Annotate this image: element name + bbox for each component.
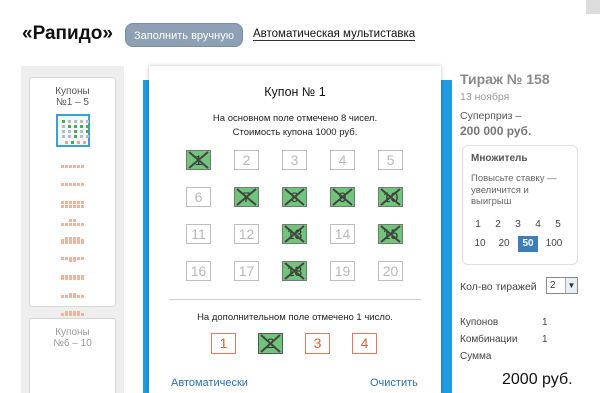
number-cell[interactable]: 10 [378,187,403,207]
number-cell[interactable]: 19 [330,261,355,281]
multiplier-option[interactable]: 50 [518,236,538,252]
logo: «Рапидо» [22,23,113,44]
extra-number-cell[interactable]: 4 [352,333,377,354]
coupon-group-range: №1 – 5 [56,97,89,108]
chevron-down-icon[interactable]: ▼ [565,278,577,293]
multiplier-option[interactable]: 1 [468,217,488,233]
number-cell[interactable]: 2 [234,150,259,170]
number-cell[interactable]: 16 [186,261,211,281]
multiplier-option[interactable]: 4 [528,217,548,233]
coupon-thumbnail-active[interactable] [56,114,90,147]
extra-number-cell[interactable]: 2 [258,333,283,354]
multiplier-option[interactable]: 10 [470,236,490,252]
superprize-value: 200 000 руб. [460,124,532,138]
coupon-sidebar: Купоны №1 – 5 Купоны №6 – 10 [21,66,124,393]
number-cell[interactable]: 7 [234,187,259,207]
multiplier-option[interactable]: 2 [488,217,508,233]
coupon-card: Купон № 1 На основном поле отмечено 8 чи… [149,66,441,393]
clear-link[interactable]: Очистить [370,377,418,389]
multiplier-option[interactable]: 20 [494,236,514,252]
auto-multibet-tab[interactable]: Автоматическая мультиставка [253,28,416,41]
coupon-group-6-10[interactable]: Купоны №6 – 10 [29,318,116,393]
number-cell[interactable]: 9 [330,187,355,207]
manual-fill-tab[interactable]: Заполнить вручную [125,23,243,47]
draws-count-value: 2 [550,280,556,291]
coupon-main-info: На основном поле отмечено 8 чисел. [212,113,378,124]
number-cell[interactable]: 8 [282,187,307,207]
number-cell[interactable]: 17 [234,261,259,281]
coupons-count-label: Купонов [460,317,499,328]
number-cell[interactable]: 20 [378,261,403,281]
multiplier-description: Повысьте ставку — увеличится и выигрыш [471,173,557,207]
draws-count-label: Кол-во тиражей [460,281,537,293]
total-sum: 2000 руб. [502,371,573,388]
multiplier-title: Множитель [471,153,528,164]
coupon-title: Купон № 1 [264,85,326,99]
draw-panel: Тираж № 158 13 ноября Суперприз – 200 00… [460,0,600,393]
number-cell[interactable]: 15 [378,224,403,244]
extra-number-cell[interactable]: 1 [211,333,236,354]
number-cell[interactable]: 11 [186,224,211,244]
sum-label: Сумма [460,351,492,362]
extra-number-cell[interactable]: 3 [305,333,330,354]
auto-fill-link[interactable]: Автоматически [171,377,248,389]
number-cell[interactable]: 18 [282,261,307,281]
number-cell[interactable]: 4 [330,150,355,170]
coupon-cost-info: Стоимость купона 1000 руб. [232,127,358,138]
number-cell[interactable]: 12 [234,224,259,244]
draw-title: Тираж № 158 [460,71,550,87]
multiplier-option[interactable]: 5 [548,217,568,233]
coupon-group-range: №6 – 10 [53,338,92,349]
coupon-group-label: Купоны [55,86,90,97]
number-cell[interactable]: 14 [330,224,355,244]
superprize-label: Суперприз – [460,110,522,122]
draw-date: 13 ноября [460,91,510,103]
number-cell[interactable]: 5 [378,150,403,170]
number-cell[interactable]: 13 [282,224,307,244]
coupon-extra-info: На дополнительном поле отмечено 1 число. [197,312,393,323]
coupon-group-label: Купоны [55,327,90,338]
combinations-label: Комбинации [460,334,518,345]
coupon-group-1-5[interactable]: Купоны №1 – 5 [29,77,116,352]
combinations-value: 1 [542,334,548,345]
divider [169,299,421,300]
draws-count-select[interactable]: 2 ▼ [546,277,578,294]
number-cell[interactable]: 6 [186,187,211,207]
coupons-count-value: 1 [542,317,548,328]
multiplier-box: Множитель Повысьте ставку — увеличится и… [462,145,578,265]
number-cell[interactable]: 1 [186,150,211,170]
number-cell[interactable]: 3 [282,150,307,170]
multiplier-option[interactable]: 3 [508,217,528,233]
multiplier-option[interactable]: 100 [542,236,566,252]
